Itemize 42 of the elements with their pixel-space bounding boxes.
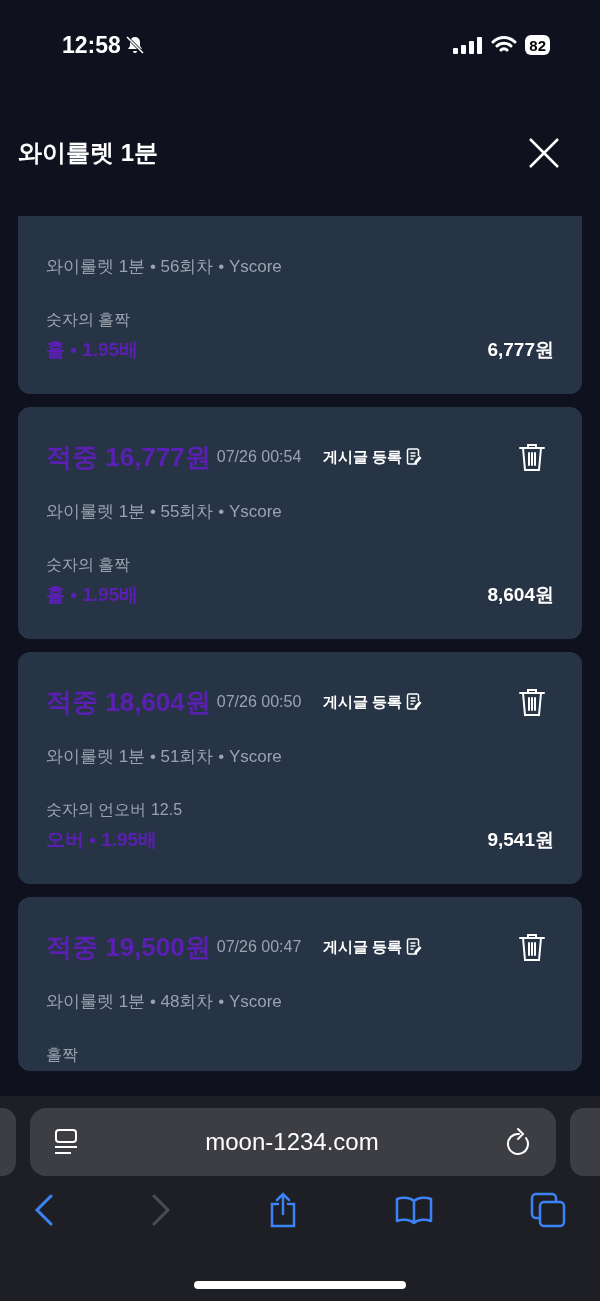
bet-meta: 와이룰렛 1분 • 55회차 • Yscore xyxy=(46,501,283,523)
battery-indicator: 82 xyxy=(525,35,550,55)
back-icon[interactable] xyxy=(34,1194,54,1226)
page-title: 와이룰렛 1분 xyxy=(18,138,158,168)
bet-time: 07/26 00:47 xyxy=(216,937,302,957)
url-text: moon-1234.com xyxy=(204,1127,380,1157)
bet-meta: 와이룰렛 1분 • 48회차 • Yscore xyxy=(46,991,283,1013)
tabs-icon[interactable] xyxy=(530,1192,566,1228)
market-label: 숫자의 홀짝 xyxy=(46,309,132,330)
clock-time: 12:58 xyxy=(62,30,121,60)
pick-odds: 홀 • 1.95배 xyxy=(46,582,139,607)
post-register-button[interactable]: 게시글 등록 xyxy=(323,935,423,959)
address-bar[interactable]: moon-1234.com xyxy=(30,1108,556,1176)
post-register-button[interactable]: 게시글 등록 xyxy=(323,445,423,469)
pick-odds: 오버 • 1.95배 xyxy=(46,827,158,852)
trash-icon[interactable] xyxy=(518,932,546,962)
close-icon[interactable] xyxy=(528,137,560,169)
market-label: 숫자의 홀짝 xyxy=(46,554,132,575)
note-edit-icon xyxy=(406,448,423,466)
bet-meta: 와이룰렛 1분 • 51회차 • Yscore xyxy=(46,746,283,768)
market-label: 홀짝 xyxy=(46,1044,79,1065)
stake-amount: 8,604원 xyxy=(487,582,554,607)
reader-icon[interactable] xyxy=(54,1128,78,1156)
pick-odds: 홀 • 1.95배 xyxy=(46,337,139,362)
stake-amount: 6,777원 xyxy=(487,337,554,362)
bet-time: 07/26 00:54 xyxy=(216,447,302,467)
bookmarks-icon[interactable] xyxy=(395,1195,433,1225)
win-amount: 적중 19,500원 xyxy=(46,930,211,964)
stake-amount: 9,541원 xyxy=(487,827,554,852)
bet-meta: 와이룰렛 1분 • 56회차 • Yscore xyxy=(46,256,283,278)
trash-icon[interactable] xyxy=(518,442,546,472)
bet-time: 07/26 00:50 xyxy=(216,692,302,712)
note-edit-icon xyxy=(406,693,423,711)
win-amount: 적중 16,777원 xyxy=(46,440,211,474)
post-register-button[interactable]: 게시글 등록 xyxy=(323,690,423,714)
note-edit-icon xyxy=(406,938,423,956)
signal-icon xyxy=(453,36,484,54)
reload-icon[interactable] xyxy=(506,1128,532,1156)
trash-icon[interactable] xyxy=(518,687,546,717)
share-icon[interactable] xyxy=(268,1192,298,1228)
win-amount: 적중 18,604원 xyxy=(46,685,211,719)
market-label: 숫자의 언오버 12.5 xyxy=(46,799,184,820)
